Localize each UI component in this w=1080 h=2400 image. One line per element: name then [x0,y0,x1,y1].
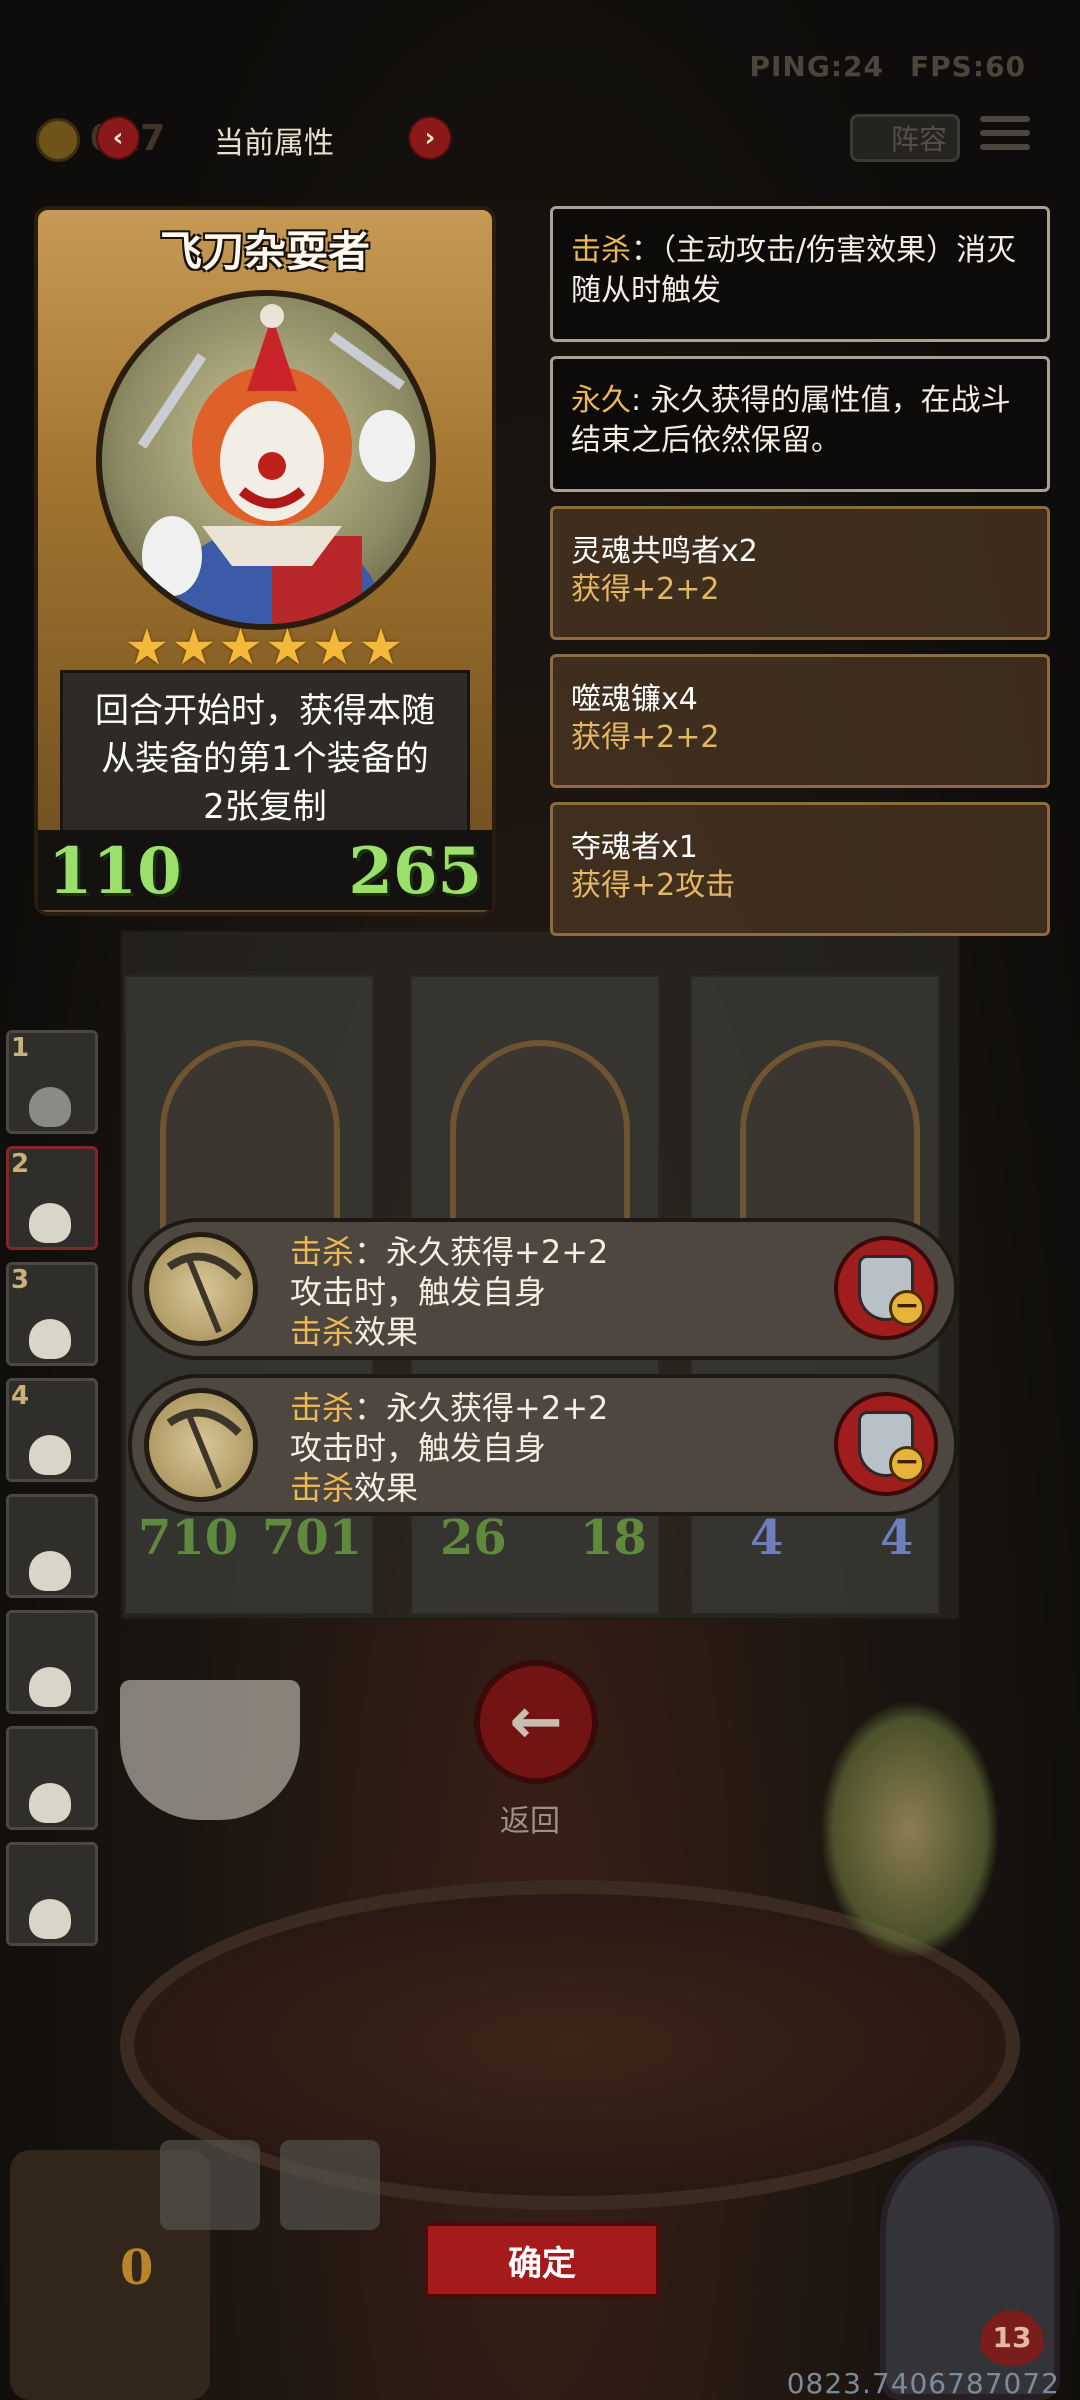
keyword-label: 击杀 [290,1469,355,1507]
hero-name: 飞刀杂耍者 [159,227,370,276]
skull-icon [29,1551,71,1591]
combo-effect: 获得+2+2 [571,720,720,755]
equipment-row[interactable]: 击杀：永久获得+2+2 攻击时，触发自身 击杀效果 − [128,1218,958,1360]
keyword-label: 击杀 [290,1313,355,1351]
hero-ability-line: 2张复制 [203,787,327,827]
shield-remove-icon: − [858,1411,925,1482]
hero-portrait [96,290,436,630]
hero-ability-line: 从装备的第1个装备的 [101,739,429,779]
equipment-line: ：永久获得+2+2 [354,1233,609,1271]
dice-decoration [160,2140,260,2230]
keyword-label: 击杀 [290,1389,355,1427]
remove-equipment-button[interactable]: − [834,1392,938,1496]
side-minion-5[interactable] [6,1494,98,1598]
coin-icon [36,118,80,162]
skull-icon [29,1435,71,1475]
side-minion-6[interactable] [6,1610,98,1714]
combo-name: 噬魂镰x4 [571,682,698,717]
skull-icon [29,1899,71,1939]
top-bar: 017 ‹ 当前属性 › 阵容 [30,110,1050,170]
board-attack: 710 [138,1510,239,1566]
fps-readout: FPS:60 [910,50,1026,83]
equipment-line: ：永久获得+2+2 [354,1389,609,1427]
equipment-line: 攻击时，触发自身 [290,1429,547,1467]
side-minion-2[interactable]: 2 [6,1146,98,1250]
equipment-effect: 击杀：永久获得+2+2 攻击时，触发自身 击杀效果 [290,1388,608,1508]
side-minion-index: 4 [11,1381,30,1411]
side-minion-3[interactable]: 3 [6,1262,98,1366]
equipment-effect: 击杀：永久获得+2+2 攻击时，触发自身 击杀效果 [290,1232,608,1352]
side-minion-index: 1 [11,1033,30,1063]
equipment-line: 效果 [354,1313,419,1351]
minion-thumb [29,1087,71,1127]
combo-name: 灵魂共鸣者x2 [571,534,758,569]
dice-decoration [280,2140,380,2230]
hero-stats: 110 265 [38,830,492,910]
side-minion-8[interactable] [6,1842,98,1946]
return-label: 返回 [500,1804,560,1839]
combo-effect: 获得+2+2 [571,572,720,607]
combo-name: 夺魂者x1 [571,830,698,865]
keyword-label: 击杀 [290,1233,355,1271]
next-hero-button[interactable]: › [408,116,452,160]
keyword-text: : 永久获得的属性值，在战斗结束之后依然保留。 [571,383,1011,458]
prev-hero-button[interactable]: ‹ [96,116,140,160]
hero-attack: 110 [48,834,182,909]
opponent-portrait[interactable] [880,2140,1060,2400]
back-arrow-icon[interactable]: ← [474,1660,598,1784]
player-character [820,1700,1000,1960]
combo-bonus: 噬魂镰x4 获得+2+2 [550,654,1050,788]
menu-icon[interactable] [980,116,1030,160]
lineup-button[interactable]: 阵容 [850,114,960,162]
teacup-decoration [120,1680,300,1820]
network-status: PING:24 FPS:60 [723,50,1026,83]
board-health: 4 [880,1510,914,1566]
skull-icon [29,1203,71,1243]
keyword-text: ：（主动攻击/伤害效果）消灭随从时触发 [571,233,1017,308]
clown-illustration [137,304,415,624]
panel-title: 当前属性 [214,126,334,161]
hero-ability-line: 回合开始时，获得本随 [95,691,435,731]
hero-ability-text: 回合开始时，获得本随 从装备的第1个装备的 2张复制 [60,670,470,840]
combo-effect: 获得+2攻击 [571,868,736,903]
board-attack: 4 [750,1510,784,1566]
keyword-info-permanent: 永久: 永久获得的属性值，在战斗结束之后依然保留。 [550,356,1050,492]
scythe-icon [144,1388,258,1502]
equipment-row[interactable]: 击杀：永久获得+2+2 攻击时，触发自身 击杀效果 − [128,1374,958,1516]
keyword-info-kill: 击杀：（主动攻击/伤害效果）消灭随从时触发 [550,206,1050,342]
board-attack: 26 [440,1510,507,1566]
skull-icon [29,1783,71,1823]
combo-bonus: 夺魂者x1 获得+2攻击 [550,802,1050,936]
side-minion-index: 2 [11,1149,30,1179]
shield-remove-icon: − [858,1255,925,1326]
side-minion-1[interactable]: 1 [6,1030,98,1134]
side-minion-index: 3 [11,1265,30,1295]
hero-card: 飞刀杂耍者 ★★★★★★ 回合开始时，获得本随 从装备的第1个装备的 2张复制 … [34,206,496,916]
skull-icon [29,1667,71,1707]
skull-icon [29,1319,71,1359]
chest-count: 0 [120,2240,154,2296]
equipment-line: 效果 [354,1469,419,1507]
build-id: 0823.7406787072 [786,2367,1060,2400]
board-health: 18 [580,1510,647,1566]
lineup-label: 阵容 [890,123,947,156]
scythe-icon [144,1232,258,1346]
keyword-label: 击杀 [571,233,631,268]
confirm-button[interactable]: 确定 [424,2222,660,2298]
side-minion-4[interactable]: 4 [6,1378,98,1482]
remove-equipment-button[interactable]: − [834,1236,938,1340]
star-rating: ★★★★★★ [124,618,406,676]
ping-readout: PING:24 [749,50,885,83]
keyword-label: 永久 [571,383,631,418]
hero-health: 265 [348,834,482,909]
board-health: 701 [262,1510,363,1566]
equipment-line: 攻击时，触发自身 [290,1273,547,1311]
side-minion-7[interactable] [6,1726,98,1830]
combo-bonus: 灵魂共鸣者x2 获得+2+2 [550,506,1050,640]
